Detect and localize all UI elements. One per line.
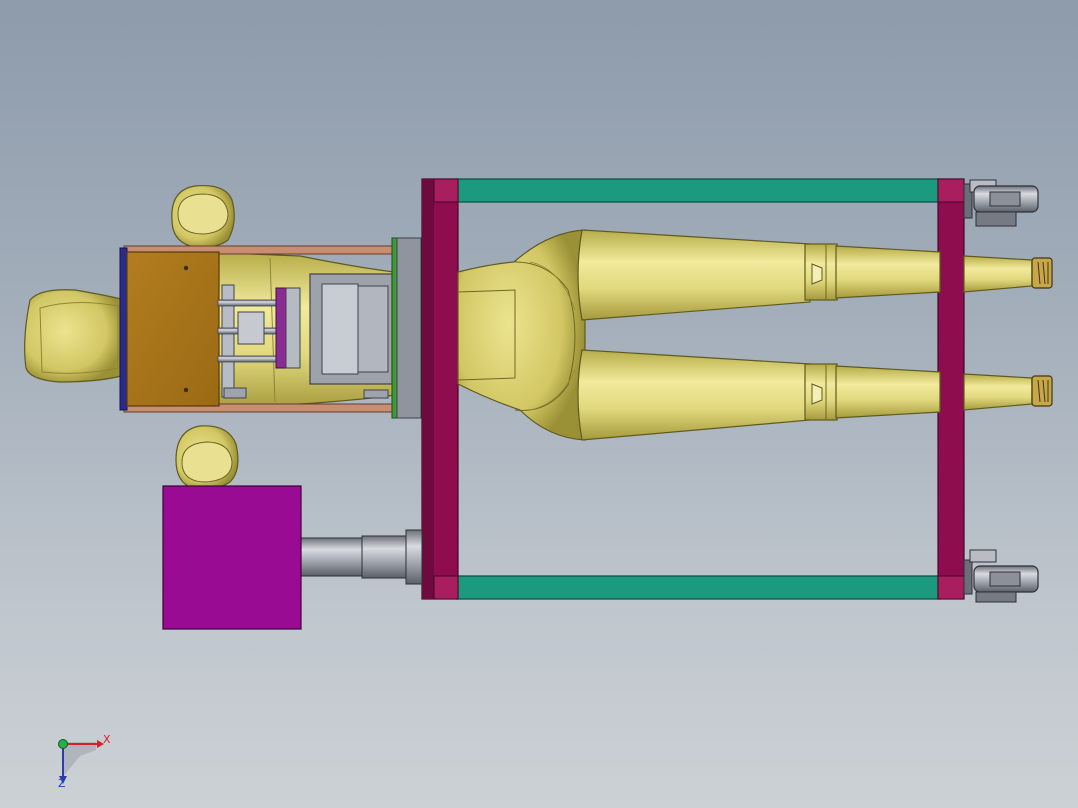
caster-wheel-top — [963, 179, 1039, 227]
shoulder-knob-top — [171, 184, 235, 248]
knee-upper — [804, 243, 838, 301]
foot-upper — [1031, 257, 1053, 289]
knee-lower — [804, 363, 838, 421]
green-plate — [391, 237, 398, 419]
pelvis — [457, 229, 586, 441]
shin-upper — [835, 245, 1033, 299]
frame-rail-top — [455, 178, 941, 203]
blue-end-plate — [119, 247, 128, 411]
frame-rail-bottom — [455, 575, 941, 600]
caster-wheel-bottom — [963, 549, 1039, 603]
motor-box — [162, 485, 302, 630]
frame-post-right — [937, 178, 965, 600]
cad-model-drawing[interactable] — [0, 0, 1078, 808]
cad-viewport[interactable]: X Z — [0, 0, 1078, 808]
purple-bracket — [275, 287, 287, 369]
y-axis-dot — [58, 739, 68, 749]
grey-housing — [309, 273, 393, 399]
headrest — [24, 289, 126, 383]
mount-plates — [391, 237, 422, 419]
shoulder-knob-bottom — [175, 425, 239, 490]
thigh-upper — [577, 229, 811, 321]
seat-plate — [119, 247, 220, 411]
thigh-lower — [577, 349, 811, 441]
x-axis-label: X — [103, 733, 111, 746]
z-axis-label: Z — [58, 777, 66, 790]
motor-shaft — [299, 529, 423, 585]
foot-lower — [1031, 375, 1053, 407]
shin-lower — [835, 365, 1033, 419]
